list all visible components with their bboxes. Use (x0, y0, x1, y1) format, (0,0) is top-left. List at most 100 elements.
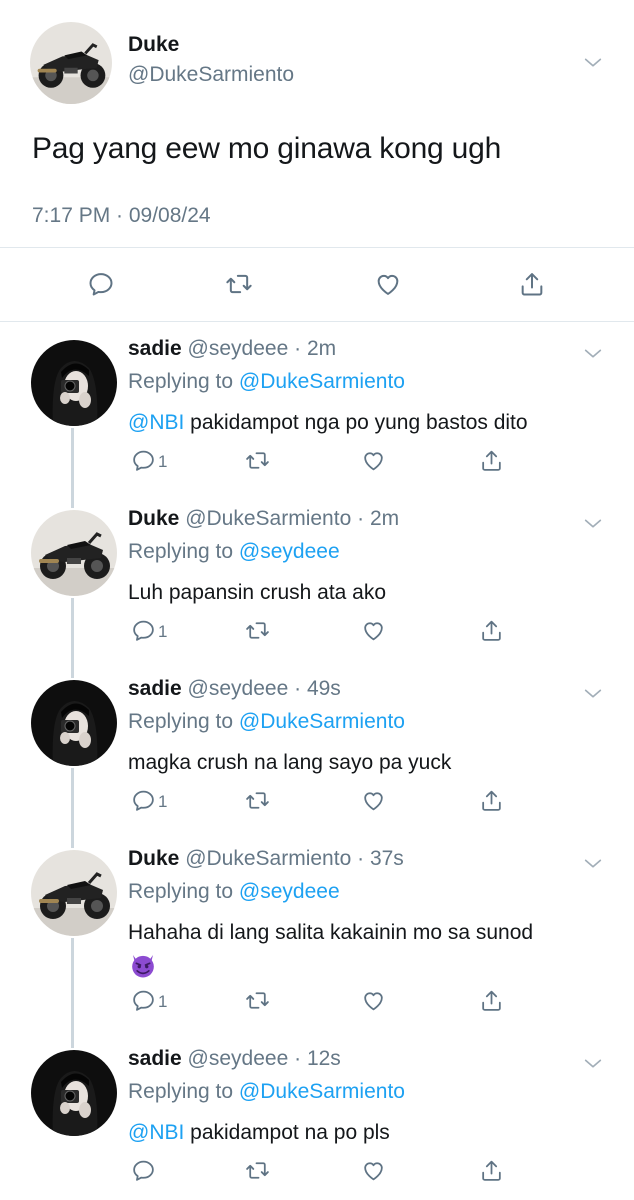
reply-body: Hahaha di lang salita kakainin mo sa sun… (128, 921, 534, 944)
mention-link[interactable]: @NBI (128, 411, 184, 434)
author-handle[interactable]: @seydeee (188, 677, 289, 700)
reply-time: 2m (306, 337, 337, 360)
reply-time: 12s (306, 1047, 341, 1070)
replying-to-link[interactable]: @seydeee (239, 880, 340, 903)
reply-time: 37s (369, 847, 404, 870)
share-icon[interactable] (479, 1158, 504, 1183)
mention-link[interactable]: @NBI (128, 1121, 184, 1144)
reply-header: sadie @seydeee · 49s (128, 677, 341, 701)
reply-body: pakidampot na po pls (184, 1121, 390, 1144)
reply-time: 2m (369, 507, 400, 530)
reply-actions: 1 (128, 446, 608, 478)
like-icon[interactable] (361, 788, 386, 813)
author-name[interactable]: Duke (128, 33, 179, 57)
retweet-icon[interactable] (244, 988, 271, 1013)
author-name[interactable]: Duke (128, 507, 179, 530)
reply-text: magka crush na lang sayo pa yuck (128, 749, 608, 776)
like-icon[interactable] (361, 988, 386, 1013)
smiling-devil-emoji (128, 950, 158, 987)
separator-dot: · (288, 677, 307, 700)
avatar[interactable] (30, 22, 112, 104)
chevron-down-icon[interactable] (582, 343, 604, 365)
reply-tweet[interactable]: sadie @seydeee · 12s Replying to @DukeSa… (0, 1040, 634, 1200)
retweet-icon[interactable] (244, 618, 271, 643)
reply-actions: 1 (128, 986, 608, 1018)
retweet-icon[interactable] (224, 270, 254, 298)
replying-to-link[interactable]: @DukeSarmiento (239, 1080, 405, 1103)
reply-icon[interactable] (131, 618, 156, 643)
author-name[interactable]: Duke (128, 847, 179, 870)
author-handle[interactable]: @DukeSarmiento (128, 63, 294, 87)
like-icon[interactable] (361, 448, 386, 473)
reply-icon[interactable] (131, 788, 156, 813)
reply-icon[interactable] (131, 448, 156, 473)
share-icon[interactable] (479, 448, 504, 473)
replying-to-link[interactable]: @DukeSarmiento (239, 370, 405, 393)
reply-icon[interactable] (131, 1158, 156, 1183)
thread-line (71, 598, 74, 670)
chevron-down-icon[interactable] (582, 52, 604, 74)
replying-to: Replying to @DukeSarmiento (128, 710, 405, 734)
chevron-down-icon[interactable] (582, 853, 604, 875)
avatar[interactable] (31, 850, 117, 936)
share-icon[interactable] (479, 618, 504, 643)
divider (0, 247, 634, 248)
thread-line (71, 840, 74, 848)
thread-line (71, 768, 74, 840)
chevron-down-icon[interactable] (582, 683, 604, 705)
reply-tweet[interactable]: sadie @seydeee · 49s Replying to @DukeSa… (0, 670, 634, 840)
reply-text: @NBI pakidampot nga po yung bastos dito (128, 409, 608, 436)
author-handle[interactable]: @DukeSarmiento (185, 847, 351, 870)
like-icon[interactable] (361, 618, 386, 643)
avatar[interactable] (31, 340, 117, 426)
chevron-down-icon[interactable] (582, 1053, 604, 1075)
thread-line (71, 938, 74, 1040)
avatar[interactable] (31, 1050, 117, 1136)
thread-line (71, 1040, 74, 1048)
author-handle[interactable]: @seydeee (188, 337, 289, 360)
replying-to-link[interactable]: @DukeSarmiento (239, 710, 405, 733)
replying-to-link[interactable]: @seydeee (239, 540, 340, 563)
retweet-icon[interactable] (244, 788, 271, 813)
replying-to: Replying to @DukeSarmiento (128, 1080, 405, 1104)
divider (0, 321, 634, 322)
motorcycle-avatar-image (30, 22, 112, 104)
girl-camera-avatar-image (31, 340, 117, 426)
share-icon[interactable] (479, 988, 504, 1013)
reply-count: 1 (158, 792, 168, 811)
separator-dot: · (288, 337, 307, 360)
like-icon[interactable] (361, 1158, 386, 1183)
tweet-actions (0, 258, 634, 314)
avatar[interactable] (31, 680, 117, 766)
author-handle[interactable]: @seydeee (188, 1047, 289, 1070)
replying-label: Replying to (128, 540, 234, 563)
reply-header: Duke @DukeSarmiento · 37s (128, 847, 404, 871)
replying-label: Replying to (128, 370, 234, 393)
retweet-icon[interactable] (244, 448, 271, 473)
thread-line (71, 500, 74, 508)
reply-actions: 1 (128, 616, 608, 648)
share-icon[interactable] (479, 788, 504, 813)
thread-line (71, 670, 74, 678)
reply-tweet[interactable]: Duke @DukeSarmiento · 2m Replying to @se… (0, 500, 634, 670)
reply-icon[interactable] (87, 270, 115, 298)
retweet-icon[interactable] (244, 1158, 271, 1183)
author-name[interactable]: sadie (128, 677, 182, 700)
avatar[interactable] (31, 510, 117, 596)
author-name[interactable]: sadie (128, 337, 182, 360)
reply-body: Luh papansin crush ata ako (128, 581, 387, 604)
author-handle[interactable]: @DukeSarmiento (185, 507, 351, 530)
reply-tweet[interactable]: Duke @DukeSarmiento · 37s Replying to @s… (0, 840, 634, 1040)
replying-to: Replying to @DukeSarmiento (128, 370, 405, 394)
share-icon[interactable] (518, 270, 546, 298)
replying-label: Replying to (128, 1080, 234, 1103)
reply-tweet[interactable]: sadie @seydeee · 2m Replying to @DukeSar… (0, 330, 634, 500)
reply-icon[interactable] (131, 988, 156, 1013)
author-name[interactable]: sadie (128, 1047, 182, 1070)
replying-label: Replying to (128, 710, 234, 733)
like-icon[interactable] (374, 270, 402, 298)
replying-to: Replying to @seydeee (128, 880, 340, 904)
main-tweet: Duke @DukeSarmiento Pag yang eew mo gina… (0, 0, 634, 322)
separator-dot: · (351, 507, 370, 530)
chevron-down-icon[interactable] (582, 513, 604, 535)
